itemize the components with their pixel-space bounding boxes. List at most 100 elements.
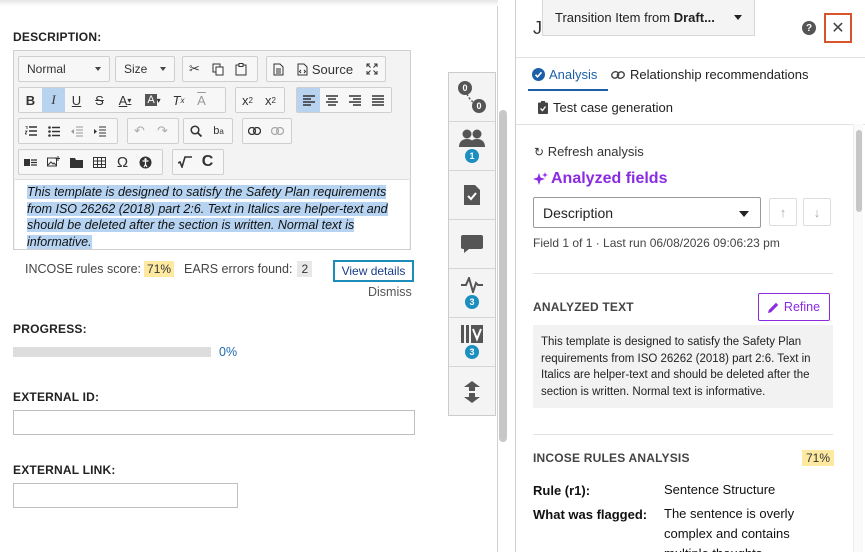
align-right-icon[interactable] (343, 88, 366, 112)
tab-test-case-generation[interactable]: Test case generation (538, 100, 673, 115)
unlink-icon[interactable] (266, 119, 289, 143)
tab-analysis[interactable]: Analysis (532, 67, 597, 82)
right-scrollbar[interactable] (853, 124, 863, 552)
transition-dropdown[interactable]: Transition Item from Draft... (542, 0, 755, 36)
rich-text-editor: Normal Size ✂ Source B I U S A ▾ A ▾ Tx A … (13, 50, 411, 250)
numbered-list-icon[interactable] (19, 119, 42, 143)
code-icon[interactable]: C (196, 150, 219, 174)
source-label: Source (311, 61, 354, 77)
justify-icon[interactable] (366, 88, 389, 112)
background-color-button[interactable]: A ▾ (139, 88, 167, 112)
history-group: ↶ ↷ (127, 118, 179, 144)
redo-icon[interactable]: ↷ (151, 119, 174, 143)
page-icon[interactable] (267, 57, 290, 81)
next-field-button[interactable]: ↓ (803, 198, 831, 226)
top-shadow (0, 0, 498, 6)
indent-icon[interactable] (88, 119, 111, 143)
view-details-button[interactable]: View details (333, 260, 414, 282)
right-scrollbar-thumb[interactable] (856, 130, 862, 212)
tabs-top-divider (516, 57, 865, 58)
editor-content[interactable]: This template is designed to satisfy the… (15, 179, 409, 249)
special-char-icon[interactable]: Ω (111, 150, 134, 174)
insert-group: Ω (18, 149, 163, 175)
link-icon (611, 70, 625, 79)
search-icon[interactable] (184, 119, 207, 143)
incose-score-badge: 71% (144, 261, 175, 277)
cut-button[interactable]: ✂ (183, 57, 206, 81)
progress-percent: 0% (219, 345, 238, 359)
underline-button[interactable]: U (65, 88, 88, 112)
superscript-button[interactable]: x2 (259, 88, 282, 112)
source-button[interactable]: Source (290, 57, 360, 81)
previous-field-button[interactable]: ↑ (769, 198, 797, 226)
versions-icon (461, 325, 483, 343)
math-icon[interactable] (173, 150, 196, 174)
versions-widget-button[interactable]: 3 (449, 318, 495, 367)
align-left-icon[interactable] (297, 88, 320, 112)
insert-image-icon[interactable] (42, 150, 65, 174)
field-select[interactable]: Description (533, 197, 761, 228)
analyzed-fields-heading: Analyzed fields (533, 170, 667, 188)
close-icon: ✕ (831, 20, 845, 37)
accessibility-icon[interactable] (134, 150, 157, 174)
relationships-widget-button[interactable]: 0 0 (449, 73, 495, 122)
tab-relationship-recommendations[interactable]: Relationship recommendations (611, 67, 808, 82)
active-tab-indicator (528, 89, 608, 91)
chevron-down-icon (739, 211, 749, 217)
tasks-widget-button[interactable] (449, 171, 495, 220)
link-icon[interactable] (243, 119, 266, 143)
format-icon[interactable]: A (190, 88, 213, 112)
text-style-group: B I U S A ▾ A ▾ Tx A (18, 87, 226, 113)
field-run-info: Field 1 of 1 · Last run 06/08/2026 09:06… (533, 236, 780, 250)
strikethrough-button[interactable]: S (88, 88, 111, 112)
transition-prefix: Transition Item from (555, 10, 671, 25)
collaborators-widget-button[interactable]: 1 (449, 122, 495, 171)
comments-widget-button[interactable] (449, 220, 495, 269)
subscript-button[interactable]: x2 (236, 88, 259, 112)
refresh-label: Refresh analysis (547, 144, 644, 159)
progress-bar (13, 347, 211, 357)
paste-button[interactable] (229, 57, 252, 81)
italic-button[interactable]: I (42, 88, 65, 112)
analyzed-text-title: ANALYZED TEXT (533, 300, 634, 314)
undo-icon[interactable]: ↶ (128, 119, 151, 143)
description-label: DESCRIPTION: (13, 30, 102, 44)
progress-label: PROGRESS: (13, 322, 87, 336)
chevron-down-icon (734, 15, 742, 20)
refresh-icon: ↻ (534, 145, 545, 159)
script-group: x2 x2 (235, 87, 285, 113)
copy-button[interactable] (206, 57, 229, 81)
chevron-down-icon (95, 67, 101, 71)
tab-test-case-label: Test case generation (553, 100, 673, 115)
external-id-input[interactable] (13, 410, 415, 435)
rule-value: Sentence Structure (664, 482, 776, 497)
sync-widget-button[interactable] (449, 367, 495, 416)
remove-format-button[interactable]: Tx (167, 88, 190, 112)
comment-icon (461, 235, 483, 253)
refine-label: Refine (783, 300, 821, 314)
text-color-button[interactable]: A ▾ (111, 88, 139, 112)
align-center-icon[interactable] (320, 88, 343, 112)
size-select[interactable]: Size (115, 56, 175, 82)
outdent-icon[interactable] (65, 119, 88, 143)
format-select[interactable]: Normal (18, 56, 110, 82)
left-scrollbar[interactable] (499, 110, 507, 442)
close-button[interactable]: ✕ (824, 13, 852, 43)
insert-item-icon[interactable] (19, 150, 42, 174)
bold-button[interactable]: B (19, 88, 42, 112)
incose-score-badge: 71% (802, 450, 835, 466)
document-group: Source (266, 56, 386, 82)
maximize-icon[interactable] (360, 57, 383, 81)
table-icon[interactable] (88, 150, 111, 174)
refresh-analysis-link[interactable]: ↻ Refresh analysis (534, 144, 644, 159)
rule-key: Rule (r1): (533, 483, 591, 498)
refine-button[interactable]: Refine (758, 293, 830, 321)
dismiss-link[interactable]: Dismiss (368, 285, 412, 299)
help-icon[interactable]: ? (802, 21, 816, 35)
external-link-input[interactable] (13, 483, 238, 508)
folder-icon[interactable] (65, 150, 88, 174)
activity-widget-button[interactable]: 3 (449, 269, 495, 318)
relationships-count: 0 (462, 83, 467, 93)
replace-icon[interactable]: ba (207, 119, 230, 143)
bullet-list-icon[interactable] (42, 119, 65, 143)
